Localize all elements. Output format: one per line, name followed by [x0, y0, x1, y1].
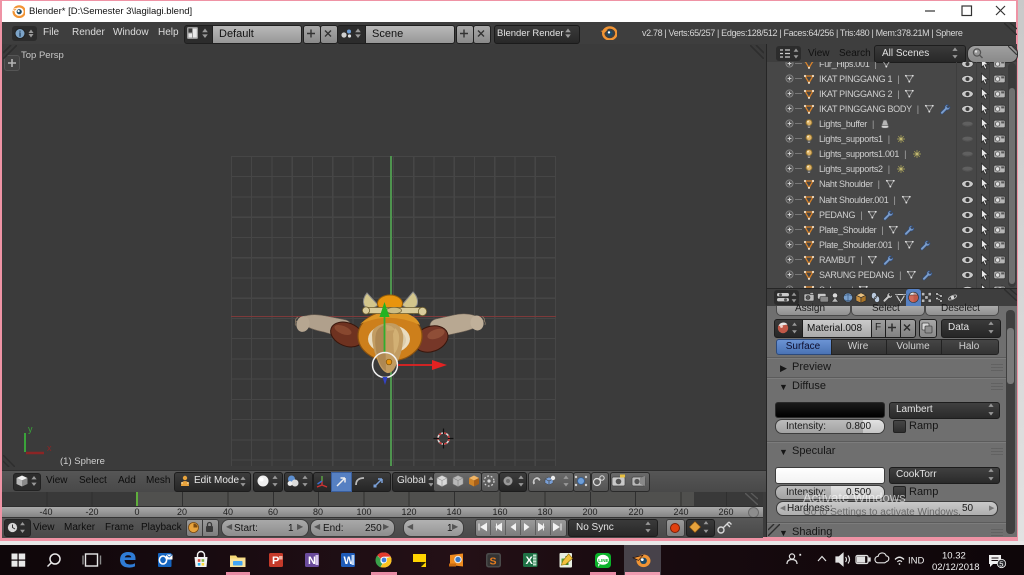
svg-text:y: y: [28, 424, 33, 434]
svg-text:IND: IND: [908, 556, 925, 567]
svg-text:X: X: [526, 555, 534, 567]
svg-text:02/12/2018: 02/12/2018: [932, 562, 980, 573]
svg-text:5: 5: [999, 560, 1003, 569]
svg-text:N: N: [308, 555, 316, 567]
svg-text:10.32: 10.32: [942, 551, 966, 562]
svg-text:LINE: LINE: [598, 558, 608, 563]
svg-text:P: P: [272, 555, 279, 567]
svg-text:S: S: [490, 556, 497, 568]
svg-text:x: x: [47, 443, 52, 453]
